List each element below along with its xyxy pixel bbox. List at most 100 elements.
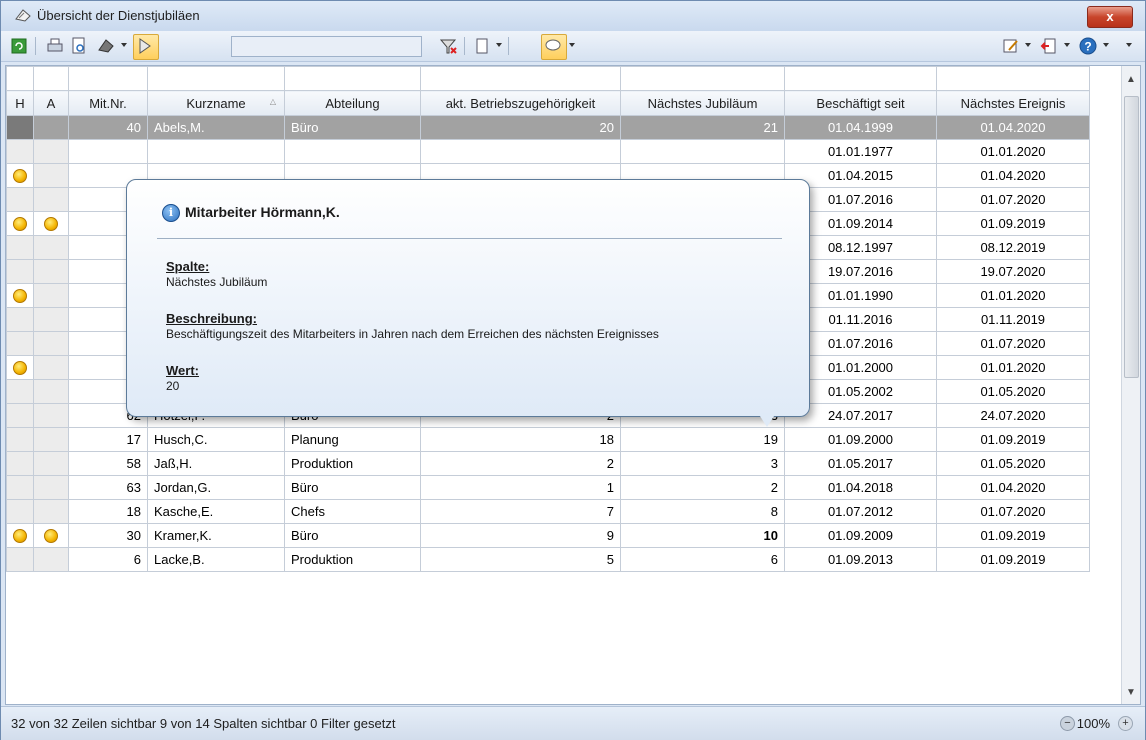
- cell-h: [6, 427, 34, 452]
- cell-h: [6, 211, 34, 236]
- chevron-down-icon[interactable]: [1064, 43, 1070, 47]
- tooltip-pointer-icon: [139, 38, 151, 54]
- scroll-up-icon[interactable]: ▲: [1126, 74, 1136, 85]
- svg-text:?: ?: [1084, 40, 1091, 54]
- zoom-in-icon[interactable]: +: [1118, 716, 1133, 731]
- app-icon: [15, 9, 31, 22]
- chevron-down-icon[interactable]: [1126, 43, 1132, 47]
- cell-naechstes-ereignis: 01.04.2020: [936, 163, 1090, 188]
- chevron-down-icon[interactable]: [496, 43, 502, 47]
- export-icon[interactable]: [96, 36, 116, 56]
- cell-a: [33, 427, 69, 452]
- cell-naechstes-ereignis: 01.04.2020: [936, 115, 1090, 140]
- chevron-down-icon[interactable]: [569, 43, 575, 47]
- cell-kurzname: Jaß,H.: [147, 451, 285, 476]
- absence-marker-icon: [44, 217, 58, 232]
- holiday-marker-icon: [13, 289, 27, 304]
- cell-betriebszugehoerigkeit: 7: [420, 499, 621, 524]
- column-header-betriebszugehoerigkeit[interactable]: akt. Betriebszugehörigkeit: [420, 90, 621, 116]
- table-row[interactable]: 30 Kramer,K. Büro 9 10 01.09.2009 01.09.2019: [6, 523, 1090, 548]
- table-row[interactable]: 58 Jaß,H. Produktion 2 3 01.05.2017 01.05.2020: [6, 451, 1090, 476]
- column-header-naechstes-jubilaeum[interactable]: Nächstes Jubiläum: [620, 90, 785, 116]
- cell-naechstes-jubilaeum: 2: [620, 475, 785, 500]
- toolbar-separator: [464, 37, 465, 55]
- cell-beschaeftigt-seit: 01.01.1977: [784, 139, 937, 164]
- vertical-scrollbar[interactable]: ▲ ▼: [1121, 66, 1140, 704]
- cell-h: [6, 115, 34, 140]
- cell-kurzname: Lacke,B.: [147, 547, 285, 572]
- cell-h: [6, 499, 34, 524]
- cell-abteilung: Planung: [284, 427, 421, 452]
- cell-naechstes-ereignis: 01.11.2019: [936, 307, 1090, 332]
- cell-naechstes-ereignis: 01.01.2020: [936, 139, 1090, 164]
- column-header-label: Kurzname: [186, 95, 246, 111]
- cell-a: [33, 547, 69, 572]
- table-row[interactable]: 18 Kasche,E. Chefs 7 8 01.07.2012 01.07.2020: [6, 499, 1090, 524]
- cell-h: [6, 283, 34, 308]
- cell-abteilung: Produktion: [284, 547, 421, 572]
- cell-a: [33, 235, 69, 260]
- zoom-out-icon[interactable]: −: [1060, 716, 1075, 731]
- chevron-down-icon[interactable]: [1103, 43, 1109, 47]
- cell-a: [33, 379, 69, 404]
- cell-kurzname: [147, 139, 285, 164]
- cell-beschaeftigt-seit: 01.09.2013: [784, 547, 937, 572]
- table-row[interactable]: 17 Husch,C. Planung 18 19 01.09.2000 01.09.201…: [6, 427, 1090, 452]
- search-input[interactable]: [231, 36, 422, 57]
- refresh-icon[interactable]: [9, 36, 29, 56]
- print-icon[interactable]: [45, 36, 65, 56]
- column-header-naechstes-ereignis[interactable]: Nächstes Ereignis: [936, 90, 1090, 116]
- cell-naechstes-ereignis: 01.09.2019: [936, 427, 1090, 452]
- cell-a: [33, 187, 69, 212]
- scroll-down-icon[interactable]: ▼: [1126, 687, 1136, 698]
- column-header-a[interactable]: A: [33, 90, 69, 116]
- filter-remove-icon[interactable]: [438, 36, 458, 56]
- cell-naechstes-ereignis: 01.01.2020: [936, 283, 1090, 308]
- cell-naechstes-jubilaeum: [620, 139, 785, 164]
- cell-naechstes-ereignis: 24.07.2020: [936, 403, 1090, 428]
- table-row[interactable]: 01.01.1977 01.01.2020: [6, 139, 1090, 164]
- cell-betriebszugehoerigkeit: 9: [420, 523, 621, 548]
- cell-mitnr: 17: [68, 427, 148, 452]
- scrollbar-thumb[interactable]: [1124, 96, 1139, 378]
- cell-h: [6, 139, 34, 164]
- status-bar: 32 von 32 Zeilen sichtbar 9 von 14 Spalt…: [1, 706, 1145, 740]
- toolbar: ?: [1, 31, 1145, 62]
- cell-a: [33, 523, 69, 548]
- column-header-mitnr[interactable]: Mit.Nr.: [68, 90, 148, 116]
- info-tooltip: i Mitarbeiter Hörmann,K. Spalte: Nächste…: [126, 179, 810, 417]
- cell-naechstes-jubilaeum: 10: [620, 523, 785, 548]
- table-row[interactable]: 6 Lacke,B. Produktion 5 6 01.09.2013 01.09.201…: [6, 547, 1090, 572]
- cell-h: [6, 307, 34, 332]
- cell-a: [33, 211, 69, 236]
- table-row[interactable]: 40 Abels,M. Büro 20 21 01.04.1999 01.04.2020: [6, 115, 1090, 140]
- column-header-h[interactable]: H: [6, 90, 34, 116]
- document-icon[interactable]: [472, 36, 492, 56]
- cell-a: [33, 451, 69, 476]
- column-header-kurzname[interactable]: Kurzname △: [147, 90, 285, 116]
- cell-a: [33, 259, 69, 284]
- cell-betriebszugehoerigkeit: 20: [420, 115, 621, 140]
- exit-icon[interactable]: [1039, 36, 1059, 56]
- cell-h: [6, 475, 34, 500]
- cell-naechstes-jubilaeum: 19: [620, 427, 785, 452]
- close-button[interactable]: x: [1087, 6, 1133, 28]
- column-header-beschaeftigt-seit[interactable]: Beschäftigt seit: [784, 90, 937, 116]
- cell-beschaeftigt-seit: 01.09.2000: [784, 427, 937, 452]
- cell-abteilung: [284, 139, 421, 164]
- tooltip-spalte-label: Spalte:: [166, 259, 210, 274]
- chevron-down-icon[interactable]: [121, 43, 127, 47]
- cell-naechstes-ereignis: 01.09.2019: [936, 547, 1090, 572]
- edit-icon[interactable]: [1001, 36, 1021, 56]
- print-preview-icon[interactable]: [69, 36, 89, 56]
- chevron-down-icon[interactable]: [1025, 43, 1031, 47]
- cell-h: [6, 235, 34, 260]
- column-header-abteilung[interactable]: Abteilung: [284, 90, 421, 116]
- cell-mitnr: 6: [68, 547, 148, 572]
- help-icon[interactable]: ?: [1078, 36, 1098, 56]
- sort-ascending-icon: △: [269, 97, 276, 106]
- window-title: Übersicht der Dienstjubiläen: [37, 8, 200, 23]
- cell-beschaeftigt-seit: 01.09.2009: [784, 523, 937, 548]
- cell-naechstes-ereignis: 01.05.2020: [936, 451, 1090, 476]
- table-row[interactable]: 63 Jordan,G. Büro 1 2 01.04.2018 01.04.2020: [6, 475, 1090, 500]
